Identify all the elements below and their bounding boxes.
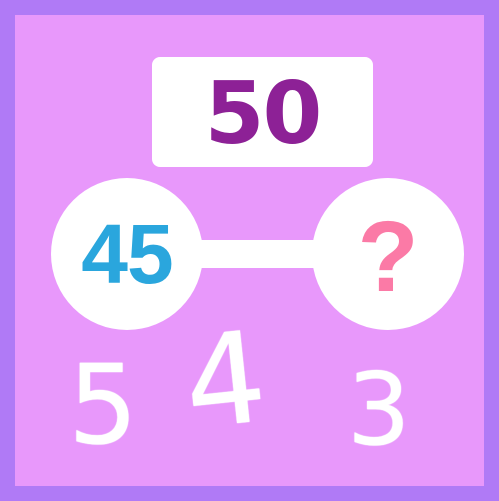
unknown-part-circle: ?: [312, 178, 464, 330]
known-part-circle: 45: [51, 178, 203, 330]
answer-choice-5[interactable]: 5: [68, 350, 138, 460]
total-number: 50: [204, 64, 323, 164]
total-box: 50: [152, 57, 373, 167]
answer-choice-4[interactable]: 4: [177, 303, 272, 458]
question-mark: ?: [357, 201, 419, 313]
answer-choice-3[interactable]: 3: [347, 360, 411, 460]
known-part-number: 45: [81, 207, 173, 301]
